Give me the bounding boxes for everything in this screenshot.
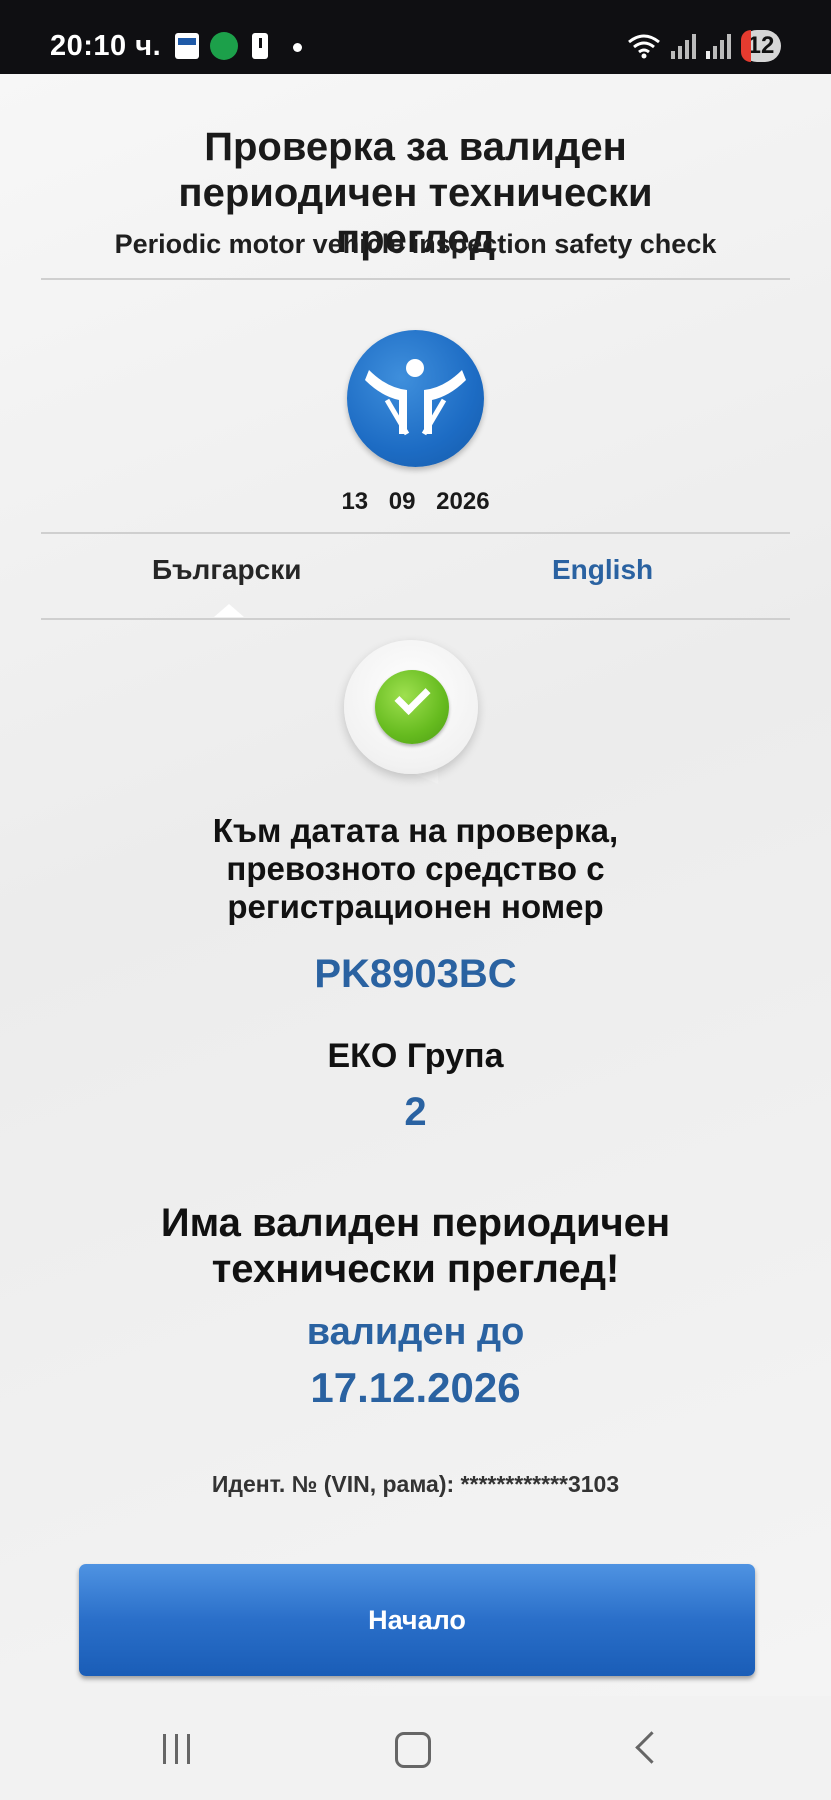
wifi-icon bbox=[628, 34, 660, 59]
status-bar: 20:10 ч. 12 bbox=[0, 0, 831, 74]
page-subtitle: Periodic motor vehicle inspection safety… bbox=[114, 229, 717, 259]
valid-message: Има валиден периодичен технически прегле… bbox=[160, 1201, 671, 1291]
registration-plate: PK8903BC bbox=[314, 952, 517, 996]
result-message: Към датата на проверка, превозното средс… bbox=[212, 812, 619, 925]
signal-icon bbox=[671, 33, 696, 59]
home-button[interactable]: Начало bbox=[79, 1564, 755, 1676]
vin-number: Идент. № (VIN, рама): ************3103 bbox=[211, 1471, 620, 1497]
back-icon[interactable] bbox=[635, 1731, 668, 1764]
divider bbox=[41, 618, 790, 620]
notification-badge: 12 bbox=[741, 30, 781, 62]
tab-bulgarian[interactable]: Български bbox=[152, 554, 301, 586]
eco-group-value: 2 bbox=[404, 1090, 427, 1134]
home-icon[interactable] bbox=[395, 1732, 431, 1768]
divider bbox=[41, 278, 790, 280]
dot-icon bbox=[293, 43, 302, 52]
active-tab-caret bbox=[214, 604, 244, 617]
status-right: 12 bbox=[627, 30, 781, 62]
check-date: 13 09 2026 bbox=[341, 488, 490, 515]
main-content: Проверка за валиден периодичен техническ… bbox=[0, 74, 831, 1696]
eco-group-label: ЕКО Група bbox=[327, 1037, 504, 1075]
recent-apps-icon[interactable] bbox=[163, 1734, 190, 1764]
check-icon bbox=[375, 670, 449, 744]
battery-alert-icon bbox=[252, 33, 268, 59]
valid-until-label: валиден до bbox=[306, 1311, 525, 1353]
bank-app-icon bbox=[175, 33, 199, 59]
status-time: 20:10 ч. bbox=[50, 30, 162, 62]
valid-until-date: 17.12.2026 bbox=[310, 1364, 521, 1411]
signal-icon bbox=[706, 33, 731, 59]
divider bbox=[41, 532, 790, 534]
inspection-logo-icon bbox=[347, 330, 484, 467]
tollpass-app-icon bbox=[210, 32, 238, 60]
navigation-bar bbox=[0, 1696, 831, 1800]
tab-english[interactable]: English bbox=[552, 554, 653, 586]
